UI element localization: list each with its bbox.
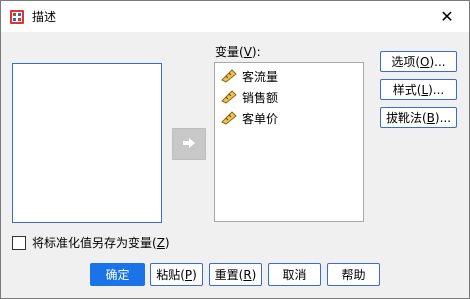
style-button[interactable]: 样式(L)... xyxy=(380,79,457,100)
help-button[interactable]: 帮助 xyxy=(327,263,380,286)
close-button[interactable]: ✕ xyxy=(425,1,469,32)
arrow-right-icon xyxy=(182,137,196,152)
window-title: 描述 xyxy=(32,10,57,24)
close-icon: ✕ xyxy=(440,7,454,26)
ok-button[interactable]: 确定 xyxy=(90,263,145,286)
variable-name: 销售额 xyxy=(242,90,279,105)
list-item[interactable]: 客单价 xyxy=(221,108,278,128)
target-variable-list[interactable]: 客流量 销售额 客单价 xyxy=(214,62,364,222)
list-item[interactable]: 客流量 xyxy=(221,66,278,86)
options-button[interactable]: 选项(O)... xyxy=(380,51,457,72)
save-standardized-checkbox[interactable] xyxy=(12,235,26,250)
descriptives-dialog: 描述 ✕ 变量(V): 客流量 销售额 客单价 选项(O)... 样式(L… xyxy=(0,0,470,299)
variables-label: 变量(V): xyxy=(215,45,261,59)
ruler-scale-icon xyxy=(221,111,237,125)
save-standardized-checkbox-row[interactable]: 将标准化值另存为变量(Z) xyxy=(12,234,170,251)
variable-name: 客流量 xyxy=(242,69,279,84)
ruler-scale-icon xyxy=(221,69,237,83)
reset-button[interactable]: 重置(R) xyxy=(209,263,262,286)
spss-app-icon xyxy=(9,9,25,25)
source-variable-list[interactable] xyxy=(12,63,162,223)
bootstrap-button[interactable]: 拔靴法(B)... xyxy=(380,107,457,128)
list-item[interactable]: 销售额 xyxy=(221,87,278,107)
ruler-scale-icon xyxy=(221,90,237,104)
title-bar: 描述 ✕ xyxy=(1,1,469,32)
variable-name: 客单价 xyxy=(242,111,279,126)
move-to-variables-button[interactable] xyxy=(172,128,206,160)
paste-button[interactable]: 粘贴(P) xyxy=(150,263,203,286)
save-standardized-label: 将标准化值另存为变量(Z) xyxy=(32,236,170,250)
cancel-button[interactable]: 取消 xyxy=(268,263,321,286)
